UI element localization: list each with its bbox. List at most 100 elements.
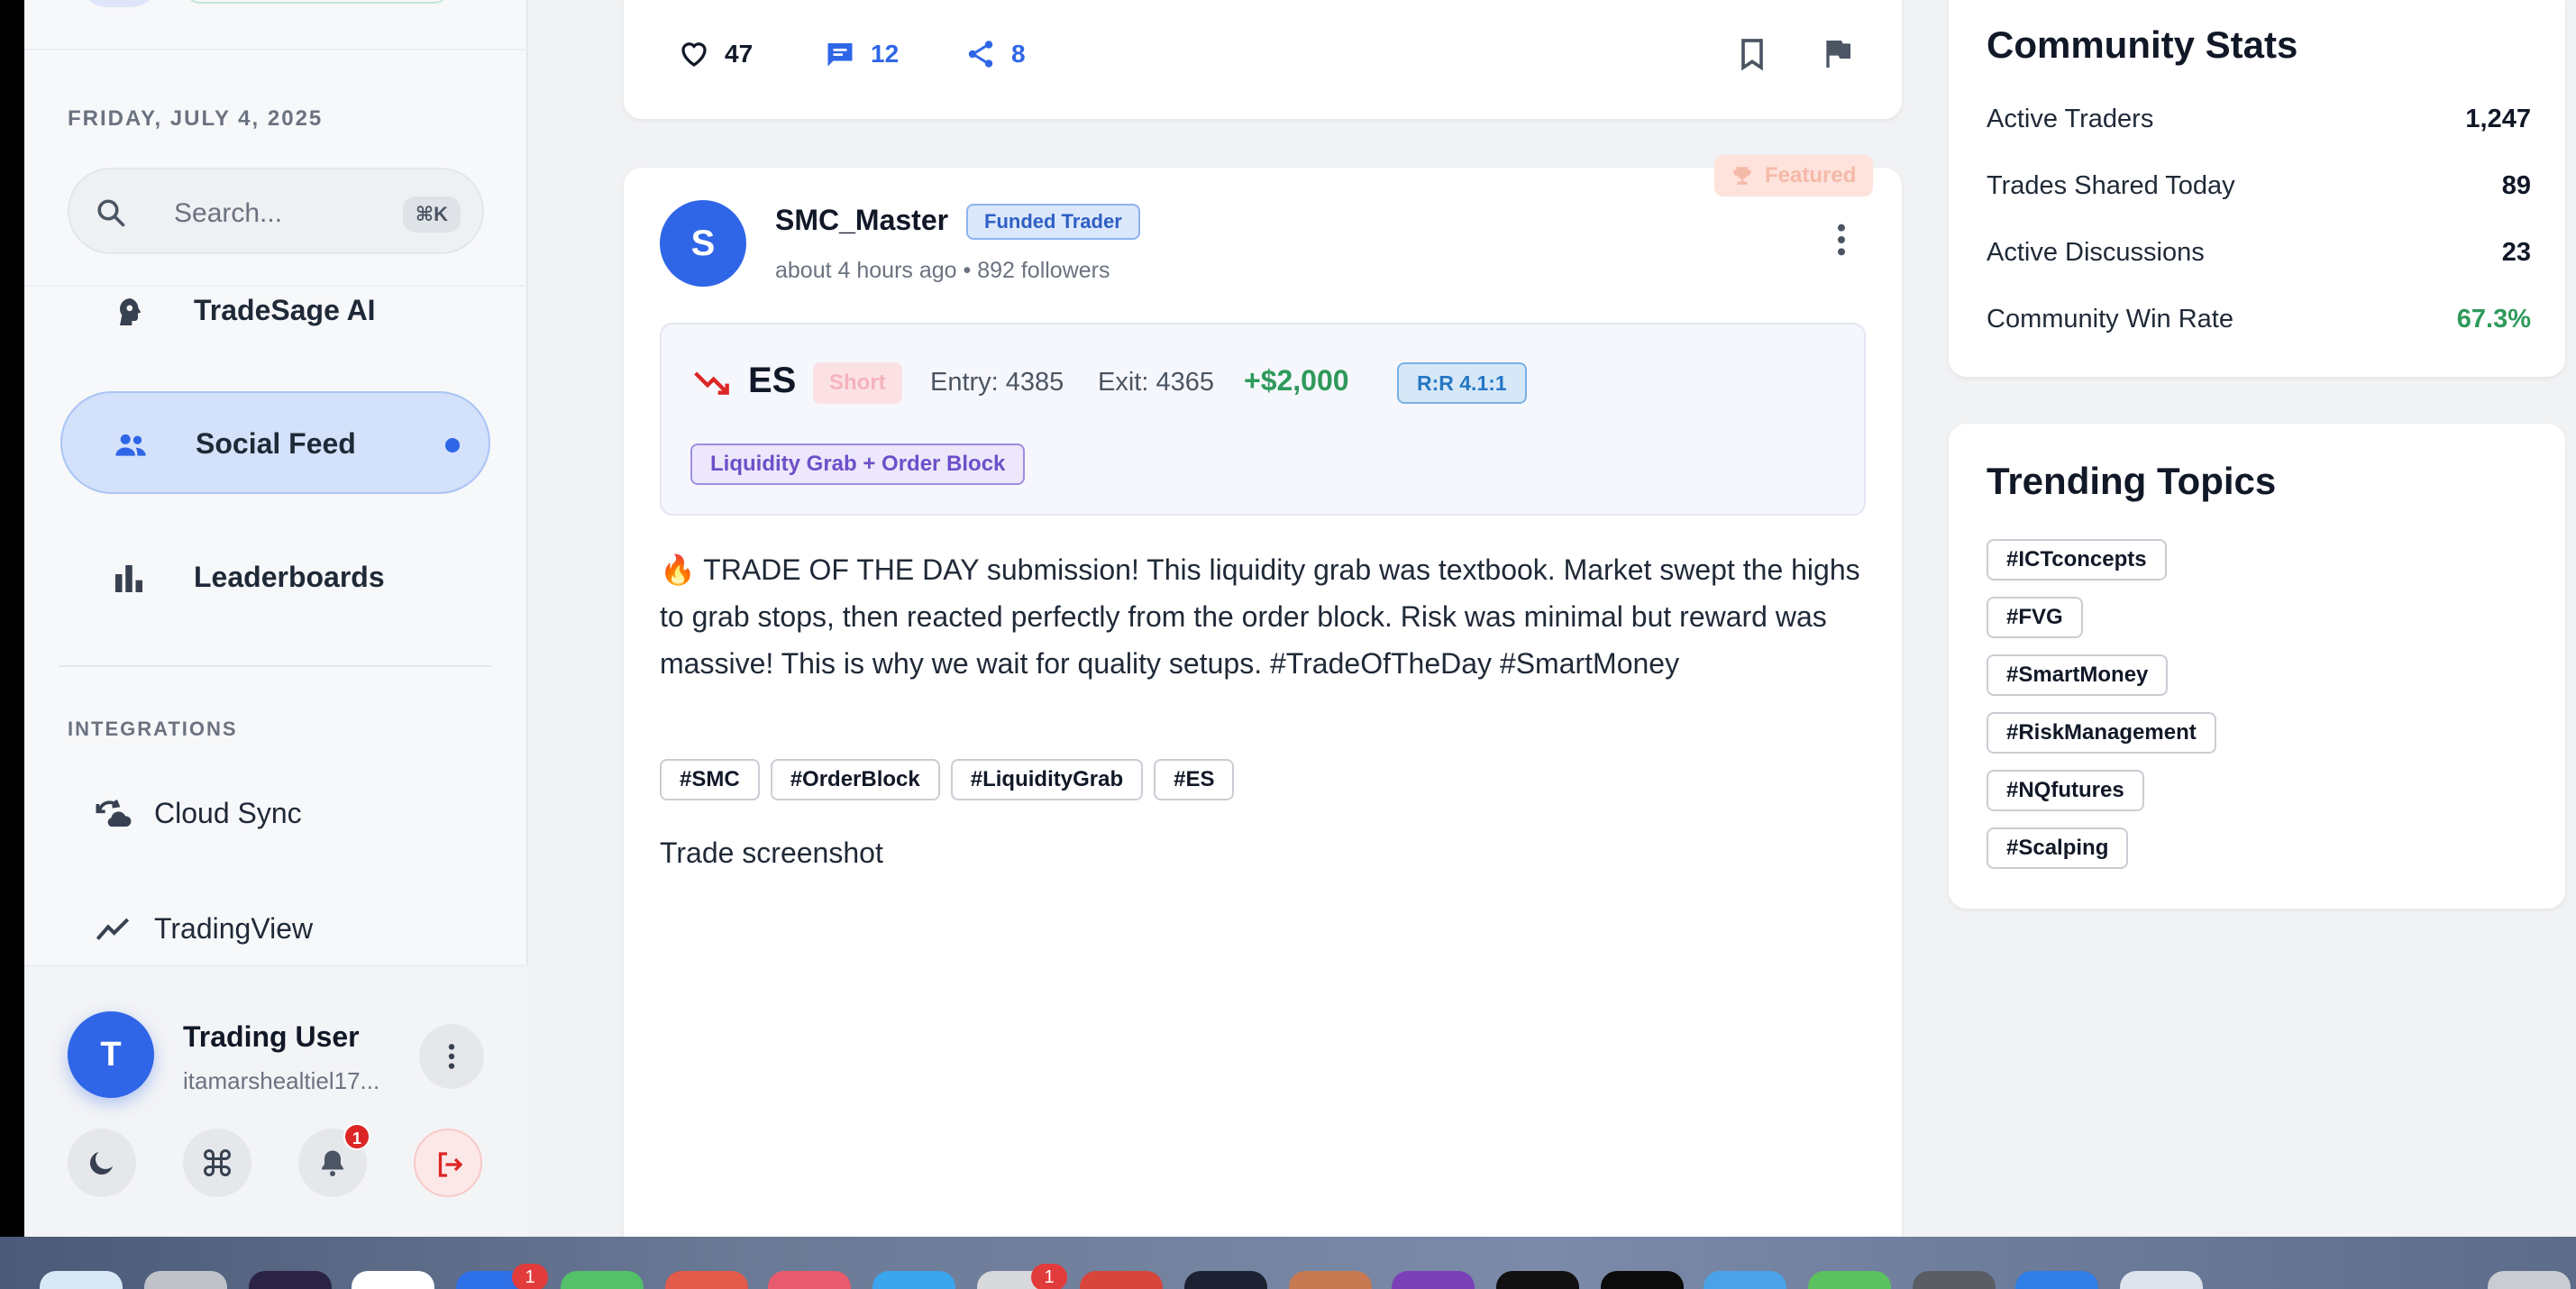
dock-app[interactable] bbox=[872, 1271, 955, 1289]
like-button[interactable]: 47 bbox=[678, 36, 753, 72]
trade-symbol: ES bbox=[748, 361, 797, 400]
community-stats-title: Community Stats bbox=[1987, 23, 2298, 66]
hashtag[interactable]: #OrderBlock bbox=[770, 759, 940, 800]
brain-icon bbox=[120, 298, 142, 325]
dock-app[interactable] bbox=[1184, 1271, 1267, 1289]
like-count: 47 bbox=[725, 40, 754, 68]
comment-icon bbox=[827, 43, 853, 67]
command-icon bbox=[204, 1149, 231, 1176]
logout-button[interactable] bbox=[414, 1129, 482, 1197]
share-button[interactable]: 8 bbox=[964, 36, 1026, 72]
previous-post-card: 47 12 8 bbox=[624, 0, 1902, 119]
trending-tag[interactable]: #Scalping bbox=[1987, 827, 2129, 869]
trending-tag[interactable]: #RiskManagement bbox=[1987, 712, 2216, 754]
nav-item-social-feed[interactable]: Social Feed bbox=[60, 391, 490, 494]
integration-tradingview[interactable]: TradingView bbox=[60, 892, 490, 964]
notification-count-badge: 1 bbox=[343, 1123, 370, 1150]
dock-app-finder[interactable] bbox=[40, 1271, 123, 1289]
theme-toggle-button[interactable] bbox=[68, 1129, 136, 1197]
trend-down-icon bbox=[694, 371, 729, 395]
more-vertical-icon bbox=[448, 1044, 455, 1069]
search-icon bbox=[97, 199, 125, 227]
heart-icon bbox=[681, 42, 707, 67]
user-menu-button[interactable] bbox=[419, 1024, 484, 1089]
featured-badge: Featured bbox=[1714, 155, 1873, 197]
dock-trash[interactable] bbox=[2488, 1271, 2571, 1289]
search-input[interactable]: Search... bbox=[174, 198, 282, 229]
trending-tag[interactable]: #NQfutures bbox=[1987, 770, 2144, 811]
trending-tag[interactable]: #FVG bbox=[1987, 597, 2083, 638]
dock-app[interactable] bbox=[1913, 1271, 1996, 1289]
trending-tag[interactable]: #ICTconcepts bbox=[1987, 539, 2167, 581]
stat-value: 1,247 bbox=[2465, 105, 2531, 133]
author-name[interactable]: SMC_Master bbox=[775, 204, 948, 237]
user-panel: T Trading User itamarshealtiel17... 1 bbox=[24, 964, 528, 1237]
dock-app[interactable] bbox=[1080, 1271, 1163, 1289]
window-edge bbox=[0, 0, 24, 1237]
featured-label: Featured bbox=[1765, 163, 1857, 187]
flag-icon[interactable] bbox=[1819, 34, 1855, 74]
trade-screenshot-alt[interactable]: Trade screenshot bbox=[660, 836, 883, 870]
trend-line-icon bbox=[96, 918, 130, 940]
integration-label: TradingView bbox=[154, 912, 314, 945]
dock-badge: 1 bbox=[512, 1264, 548, 1289]
stat-row: Active Traders 1,247 bbox=[1987, 105, 2531, 141]
moon-icon bbox=[89, 1152, 113, 1175]
bar-chart-icon bbox=[115, 565, 142, 592]
hashtag[interactable]: #SMC bbox=[660, 759, 760, 800]
dock-app[interactable] bbox=[249, 1271, 332, 1289]
comment-button[interactable]: 12 bbox=[824, 36, 899, 72]
post-card: Featured S SMC_Master Funded Trader abou… bbox=[624, 155, 1902, 1249]
dock-app[interactable] bbox=[1289, 1271, 1372, 1289]
trending-tag[interactable]: #SmartMoney bbox=[1987, 654, 2169, 696]
people-icon bbox=[115, 434, 146, 456]
command-palette-button[interactable] bbox=[183, 1129, 251, 1197]
divider bbox=[24, 49, 528, 50]
setup-badge: Liquidity Grab + Order Block bbox=[690, 443, 1026, 485]
hashtag[interactable]: #ES bbox=[1154, 759, 1235, 800]
nav-item-label: Social Feed bbox=[196, 427, 356, 460]
post-tags: #SMC #OrderBlock #LiquidityGrab #ES bbox=[660, 759, 1235, 800]
integrations-heading: INTEGRATIONS bbox=[68, 718, 238, 740]
avatar[interactable]: T bbox=[68, 1011, 154, 1098]
nav-item-tradesage-ai[interactable]: TradeSage AI bbox=[60, 260, 490, 362]
bell-icon bbox=[322, 1150, 343, 1176]
community-stats-card: Community Stats Active Traders 1,247 Tra… bbox=[1949, 0, 2565, 377]
dock-app[interactable] bbox=[768, 1271, 851, 1289]
trophy-icon bbox=[1733, 167, 1751, 185]
sidebar: FRIDAY, JULY 4, 2025 Search... ⌘K TradeS… bbox=[24, 0, 528, 1237]
dock-app[interactable] bbox=[1496, 1271, 1579, 1289]
trending-topics-card: Trending Topics #ICTconcepts #FVG #Smart… bbox=[1949, 424, 2565, 909]
dock-app[interactable] bbox=[1704, 1271, 1786, 1289]
post-body: 🔥 TRADE OF THE DAY submission! This liqu… bbox=[660, 553, 1860, 680]
dock-app[interactable] bbox=[1392, 1271, 1475, 1289]
dock-app[interactable] bbox=[561, 1271, 644, 1289]
dock-app[interactable] bbox=[1601, 1271, 1684, 1289]
author-avatar[interactable]: S bbox=[660, 200, 746, 287]
stat-value: 23 bbox=[2501, 238, 2531, 267]
dock-app[interactable] bbox=[2120, 1271, 2203, 1289]
sidebar-status-pill-fragment bbox=[187, 0, 448, 4]
stat-label: Active Discussions bbox=[1987, 238, 2205, 267]
stat-row: Trades Shared Today 89 bbox=[1987, 171, 2531, 207]
comment-count: 12 bbox=[871, 40, 900, 68]
trade-direction-badge: Short bbox=[813, 362, 902, 404]
dock-app[interactable] bbox=[352, 1271, 434, 1289]
trade-summary: ES Short Entry: 4385 Exit: 4365 +$2,000 … bbox=[660, 323, 1866, 516]
dock-app[interactable] bbox=[144, 1271, 227, 1289]
notifications-button[interactable]: 1 bbox=[298, 1123, 370, 1197]
share-count: 8 bbox=[1011, 40, 1026, 68]
bookmark-icon[interactable] bbox=[1734, 34, 1770, 74]
integration-cloud-sync[interactable]: Cloud Sync bbox=[60, 777, 490, 849]
search-box[interactable]: Search... ⌘K bbox=[68, 168, 484, 254]
dock-app[interactable] bbox=[1808, 1271, 1891, 1289]
dock-app[interactable] bbox=[2015, 1271, 2098, 1289]
user-name: Trading User bbox=[183, 1020, 360, 1053]
logout-icon bbox=[438, 1152, 463, 1177]
hashtag[interactable]: #LiquidityGrab bbox=[950, 759, 1144, 800]
stat-value: 89 bbox=[2501, 171, 2531, 200]
nav-item-leaderboards[interactable]: Leaderboards bbox=[60, 526, 490, 629]
more-vertical-icon[interactable] bbox=[1835, 222, 1848, 258]
stat-row: Active Discussions 23 bbox=[1987, 238, 2531, 274]
dock-app[interactable] bbox=[665, 1271, 748, 1289]
